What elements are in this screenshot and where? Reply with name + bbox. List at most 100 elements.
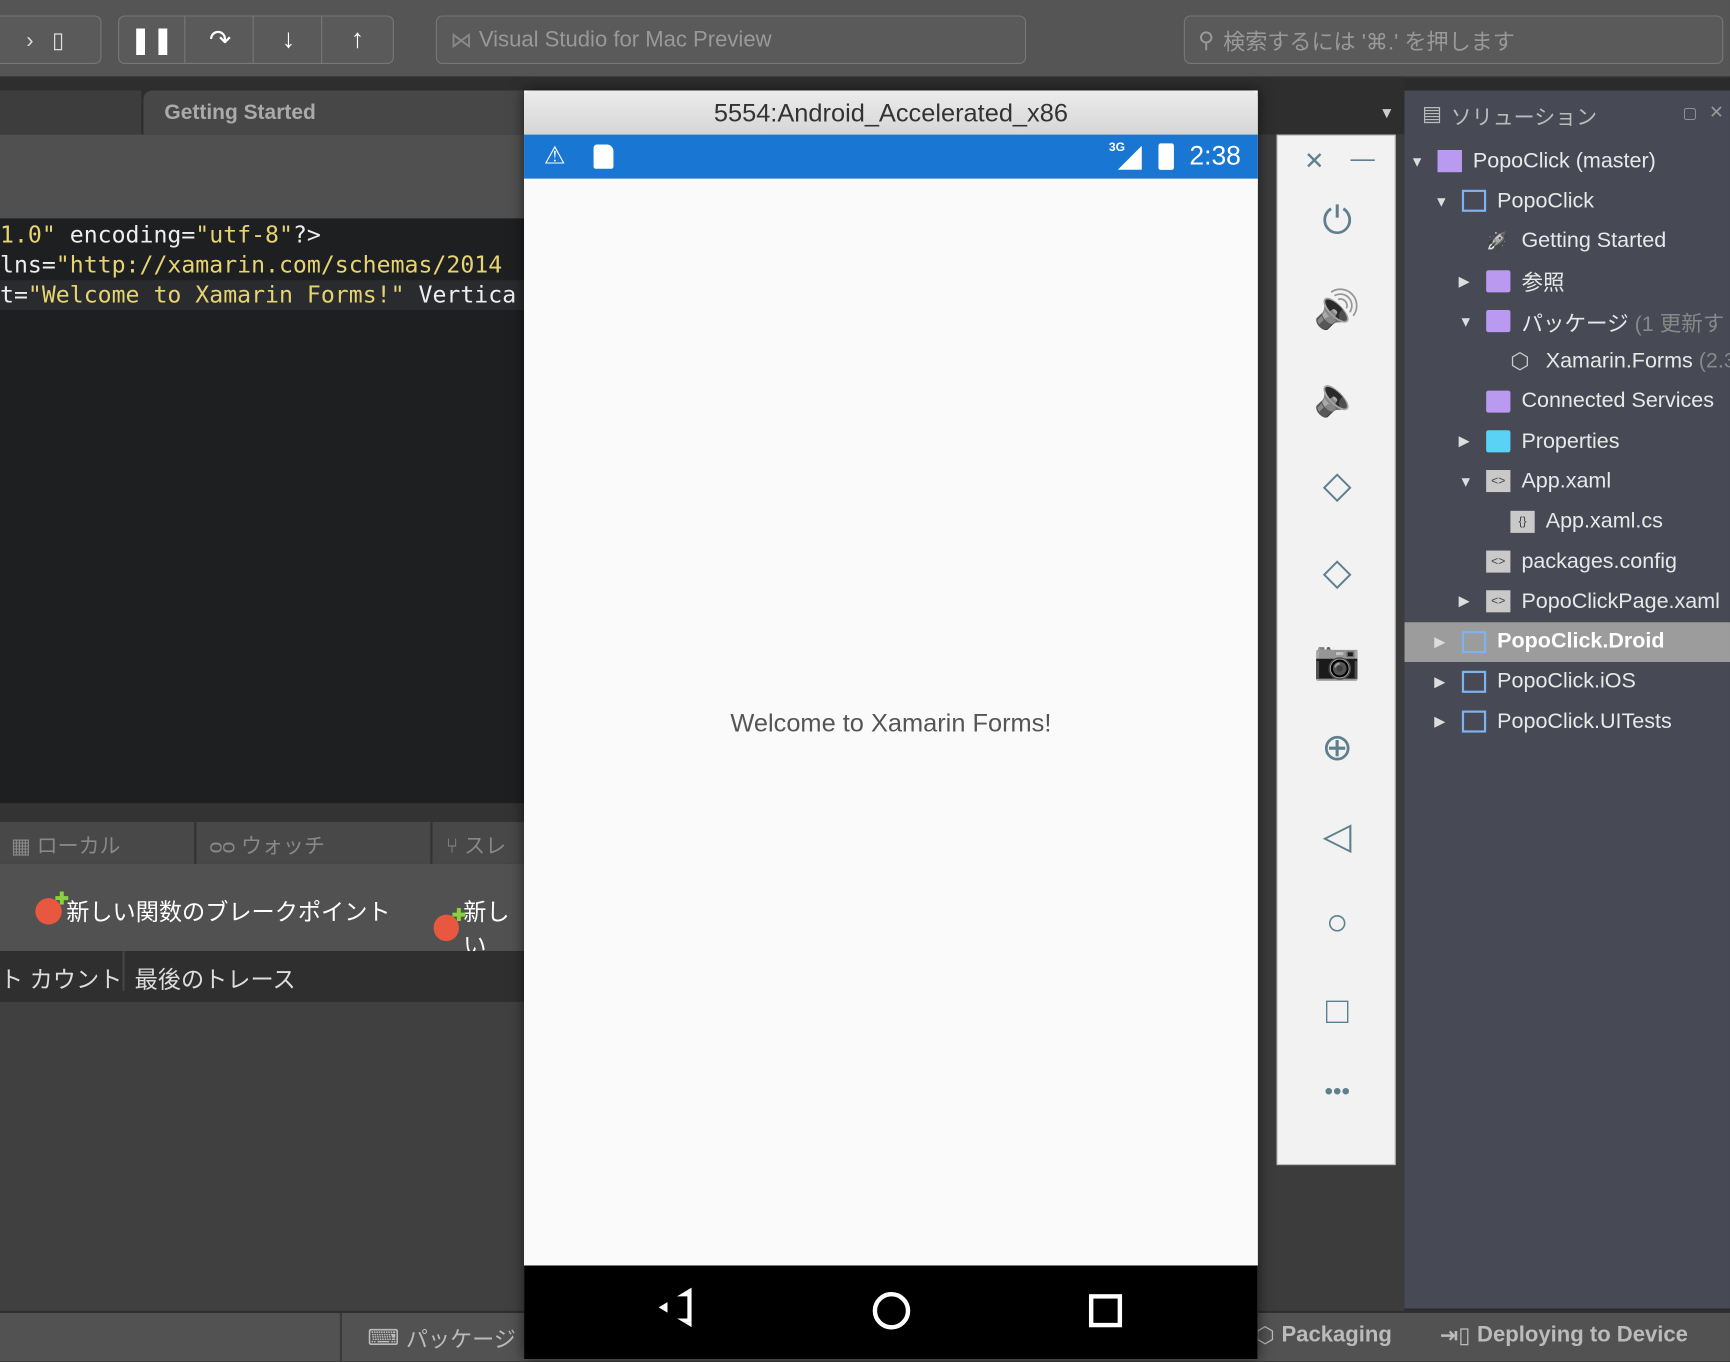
glasses-icon: ᴑᴑ — [209, 835, 236, 859]
tab-threads[interactable]: ⑂ スレ — [435, 822, 534, 864]
expanded-arrow-icon[interactable]: ▼ — [1459, 473, 1473, 490]
solution-icon: ▤ — [1422, 102, 1442, 126]
cs-file-icon: {} — [1510, 510, 1535, 533]
camera-button[interactable]: 📷 — [1278, 638, 1397, 682]
pause-button[interactable]: ❚❚ — [119, 16, 186, 63]
splitter[interactable] — [0, 803, 530, 822]
visual-studio-icon: ⋈ — [450, 28, 473, 53]
column-last-trace[interactable]: 最後のトレース — [135, 962, 296, 995]
tree-item[interactable]: <> packages.config — [1405, 542, 1730, 582]
project-icon — [1461, 190, 1487, 213]
tree-item[interactable]: ▶ PopoClick.UITests — [1405, 702, 1730, 742]
more-button[interactable]: ••• — [1278, 1077, 1397, 1106]
android-emulator-window: 5554:Android_Accelerated_x86 ⚠ 3G 2:38 W… — [524, 90, 1258, 1360]
project-icon — [1461, 710, 1487, 733]
tree-item[interactable]: ▼ PopoClick — [1405, 181, 1730, 221]
minimize-emulator-button[interactable]: — — [1350, 145, 1374, 174]
step-into-button[interactable]: ↓ — [256, 16, 323, 63]
overview-button[interactable]: □ — [1278, 989, 1397, 1032]
package-icon: ⬡ — [1255, 1323, 1275, 1349]
device-selector[interactable]: › ▯ — [0, 15, 102, 64]
tab-dropdown-icon[interactable]: ▼ — [1379, 104, 1394, 122]
emulator-controls: ✕ — ⏻ 🔊 🔈 ◇ ◇ 📷 ⊕ ◁ ○ □ ••• — [1276, 134, 1397, 1166]
emulator-title: 5554:Android_Accelerated_x86 — [524, 90, 1258, 135]
close-emulator-button[interactable]: ✕ — [1304, 147, 1324, 176]
device-icon: › ▯ — [26, 28, 65, 53]
collapsed-arrow-icon[interactable]: ▶ — [1434, 673, 1445, 691]
tree-item-label: Connected Services — [1521, 388, 1714, 413]
warning-icon: ⚠ — [543, 141, 566, 169]
power-button[interactable]: ⏻ — [1278, 200, 1397, 243]
deploying-status[interactable]: ⇥▯ Deploying to Device — [1440, 1322, 1688, 1350]
solution-icon — [1437, 150, 1462, 173]
search-icon: ⚲ — [1198, 28, 1215, 53]
collapsed-arrow-icon[interactable]: ▶ — [1459, 272, 1470, 290]
connected-services-icon — [1486, 390, 1511, 413]
tree-item[interactable]: ▶ 参照 — [1405, 261, 1730, 301]
collapsed-arrow-icon[interactable]: ▶ — [1459, 433, 1470, 451]
packaging-status[interactable]: ⬡ Packaging — [1256, 1322, 1392, 1350]
back-button[interactable] — [658, 1287, 692, 1328]
collapsed-arrow-icon[interactable]: ▶ — [1434, 633, 1445, 651]
tree-item[interactable]: ⬡ Xamarin.Forms (2.3 — [1405, 341, 1730, 381]
overview-button[interactable] — [1088, 1294, 1123, 1328]
search-placeholder: 検索するには '⌘.' を押します — [1223, 30, 1515, 55]
tab-locals[interactable]: ▦ ローカル — [0, 821, 197, 864]
deploy-device-icon: ⇥▯ — [1439, 1323, 1471, 1349]
tab-watch[interactable]: ᴑᴑ ウォッチ — [199, 821, 433, 864]
document-tab-previous[interactable] — [0, 90, 142, 135]
expanded-arrow-icon[interactable]: ▼ — [1410, 153, 1424, 170]
solution-pad: ▤ ソリューション ▢ ✕ ▼ PopoClick (master) ▼ PopoCli… — [1404, 90, 1730, 1309]
tree-item-label: Xamarin.Forms (2.3 — [1545, 348, 1730, 373]
rotate-left-button[interactable]: ◇ — [1278, 463, 1397, 507]
expanded-arrow-icon[interactable]: ▼ — [1459, 313, 1473, 330]
project-icon — [1461, 670, 1487, 693]
app-content[interactable]: Welcome to Xamarin Forms! — [524, 178, 1258, 1266]
tree-item[interactable]: ▶ <> PopoClickPage.xaml — [1405, 582, 1730, 622]
tree-item-label: PopoClick.Droid — [1497, 628, 1665, 654]
package-icon: ⬡ — [1510, 349, 1530, 374]
tree-item[interactable]: ▼ PopoClick (master) — [1405, 141, 1730, 181]
tree-item[interactable]: ▶ PopoClick.Droid — [1404, 621, 1730, 662]
rotate-right-button[interactable]: ◇ — [1278, 551, 1397, 595]
maximize-pad-button[interactable]: ▢ — [1683, 104, 1698, 123]
sd-card-icon — [593, 144, 614, 169]
package-console-button[interactable]: ⌨ パッケージ コ — [367, 1322, 544, 1354]
battery-icon — [1158, 143, 1174, 170]
close-pad-button[interactable]: ✕ — [1709, 102, 1724, 124]
collapsed-arrow-icon[interactable]: ▶ — [1459, 593, 1470, 611]
code-editor[interactable]: 1.0" encoding="utf-8"?> lns="http://xama… — [0, 218, 530, 804]
tree-item[interactable]: ▶ Properties — [1405, 422, 1730, 462]
back-button[interactable]: ◁ — [1278, 814, 1397, 858]
breakpoints-header: ト カウント 最後のトレース — [0, 951, 530, 1002]
code-line: lns="http://xamarin.com/schemas/2014 — [0, 251, 503, 279]
home-button[interactable] — [872, 1291, 911, 1330]
step-over-button[interactable]: ↷ — [188, 16, 254, 63]
zoom-button[interactable]: ⊕ — [1278, 726, 1397, 770]
new-function-breakpoint-button[interactable]: 新しい関数のブレークポイント — [35, 895, 391, 928]
expanded-arrow-icon[interactable]: ▼ — [1434, 193, 1448, 210]
tree-item-label: PopoClick (master) — [1472, 148, 1656, 173]
collapsed-arrow-icon[interactable]: ▶ — [1434, 713, 1445, 731]
tree-item[interactable]: {} App.xaml.cs — [1405, 502, 1730, 542]
search-input[interactable]: ⚲ 検索するには '⌘.' を押します — [1183, 15, 1724, 64]
home-button[interactable]: ○ — [1278, 901, 1397, 944]
lightning-icon — [433, 914, 459, 942]
rocket-icon: 🚀 — [1486, 232, 1509, 252]
tree-item-label: packages.config — [1521, 548, 1677, 574]
tree-item[interactable]: Connected Services — [1405, 382, 1730, 422]
tree-item[interactable]: ▼ パッケージ (1 更新す — [1405, 301, 1730, 341]
code-line: 1.0" encoding="utf-8"?> — [0, 221, 321, 249]
volume-up-button[interactable]: 🔊 — [1278, 287, 1397, 331]
solution-pad-header: ▤ ソリューション — [1422, 102, 1598, 131]
volume-down-button[interactable]: 🔈 — [1278, 375, 1397, 419]
tree-item[interactable]: 🚀 Getting Started — [1405, 221, 1730, 261]
step-out-button[interactable]: ↑ — [324, 17, 390, 63]
breakpoints-toolbar: 新しい関数のブレークポイント 新しい — [0, 863, 530, 959]
app-title: Visual Studio for Mac Preview — [478, 27, 772, 52]
tree-item[interactable]: ▶ PopoClick.iOS — [1405, 662, 1730, 702]
column-hit-count[interactable]: ト カウント — [0, 951, 125, 993]
tree-item[interactable]: ▼ <> App.xaml — [1405, 462, 1730, 502]
threads-icon: ⑂ — [445, 835, 459, 859]
tab-getting-started[interactable]: Getting Started — [143, 90, 525, 135]
